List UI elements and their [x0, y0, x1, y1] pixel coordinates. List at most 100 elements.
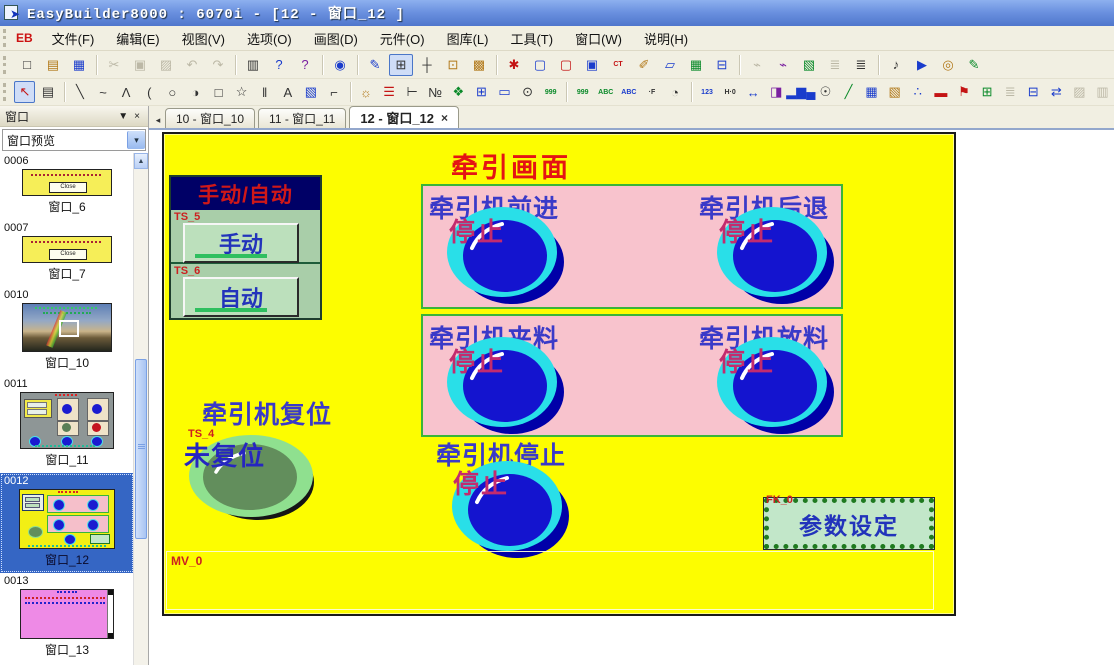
data-sampling-disabled-icon[interactable]: ≣ [1000, 81, 1021, 103]
event-display-icon[interactable]: ⚑ [953, 81, 974, 103]
download-icon[interactable]: ▢ [554, 54, 578, 76]
window-cascade-icon[interactable]: ▩ [467, 54, 491, 76]
polygon-icon[interactable]: ☆ [231, 81, 252, 103]
function-key-icon[interactable]: ❖ [448, 81, 469, 103]
undo-icon[interactable]: ↶ [180, 54, 204, 76]
cut-icon[interactable]: ✂ [102, 54, 126, 76]
menu-edit[interactable]: 编辑(E) [105, 27, 170, 50]
polyline-icon[interactable]: Λ [116, 81, 137, 103]
menu-objects[interactable]: 元件(O) [369, 27, 436, 50]
shape-disabled-icon[interactable]: ≣ [823, 54, 847, 76]
select-icon[interactable]: ↖ [14, 81, 35, 103]
numeric-display-icon[interactable]: 999 [572, 81, 593, 103]
set-word-icon[interactable]: № [425, 81, 446, 103]
system-settings-icon[interactable]: ✱ [502, 54, 526, 76]
plug-disabled-icon[interactable]: ⌁ [745, 54, 769, 76]
grid-icon[interactable]: ⊞ [389, 54, 413, 76]
redo-icon[interactable]: ↷ [206, 54, 230, 76]
paste-icon[interactable]: ▨ [154, 54, 178, 76]
data-transfer-icon[interactable]: ⇄ [1046, 81, 1067, 103]
mv0-text-object[interactable]: MV_0 [166, 551, 934, 610]
view-mode-select[interactable]: 窗口预览 ▾ [2, 129, 146, 151]
list-item-window-13[interactable]: 0013 窗口_13 [0, 573, 134, 663]
rectangle-icon[interactable]: □ [208, 81, 229, 103]
label-library-icon[interactable]: ◎ [936, 54, 960, 76]
macro-icon[interactable]: ✐ [632, 54, 656, 76]
menu-library[interactable]: 图库(L) [436, 27, 500, 50]
bar-graph-icon[interactable]: ▂▆▄ [789, 81, 813, 103]
ascii-display-icon[interactable]: ABC [618, 81, 639, 103]
pen-icon[interactable]: ✎ [363, 54, 387, 76]
word-lamp-icon[interactable]: ☰ [379, 81, 400, 103]
snap-icon[interactable]: ┼ [415, 54, 439, 76]
scrollbar-thumb[interactable] [135, 359, 147, 539]
text-input-icon[interactable]: ▭ [494, 81, 515, 103]
import-disabled-icon[interactable]: ▥ [1092, 81, 1113, 103]
schedule-icon[interactable]: ⊞ [977, 81, 998, 103]
shape-manager-icon[interactable]: ≣ [849, 54, 873, 76]
panel-menu-icon[interactable]: ▼ [115, 111, 131, 122]
save-icon[interactable]: ▦ [67, 54, 91, 76]
curve-icon[interactable]: ~ [93, 81, 114, 103]
meter-icon[interactable]: ☉ [815, 81, 836, 103]
address-tag-icon[interactable]: ▱ [658, 54, 682, 76]
menu-draw[interactable]: 画图(D) [303, 27, 369, 50]
menu-tools[interactable]: 工具(T) [499, 27, 564, 50]
arc-icon[interactable]: ( [139, 81, 160, 103]
memo-icon[interactable]: ✎ [962, 54, 986, 76]
menu-option[interactable]: 选项(O) [236, 27, 303, 50]
menu-view[interactable]: 视图(V) [171, 27, 236, 50]
pie-icon[interactable]: ◑ [185, 81, 206, 103]
bit-lamp-icon[interactable]: ☼ [355, 81, 376, 103]
alarm-bar-icon[interactable]: ▬ [930, 81, 951, 103]
panel-close-icon[interactable]: × [131, 111, 143, 122]
scale-icon[interactable]: ‖ [254, 81, 275, 103]
numeric-input-icon[interactable]: 999 [540, 81, 561, 103]
plug-icon[interactable]: ⌁ [771, 54, 795, 76]
tab-window-12[interactable]: 12 - 窗口_12 × [349, 106, 459, 128]
menu-file[interactable]: 文件(F) [41, 27, 106, 50]
menu-window[interactable]: 窗口(W) [564, 27, 633, 50]
scroll-up-icon[interactable]: ▲ [134, 153, 148, 169]
list-item-window-6[interactable]: 0006 Close 窗口_6 [0, 153, 134, 220]
print-icon[interactable]: ▥ [241, 54, 265, 76]
keypad-icon[interactable]: ⊞ [471, 81, 492, 103]
xy-plot-icon[interactable]: ∴ [907, 81, 928, 103]
corner-icon[interactable]: ⌐ [323, 81, 344, 103]
tab-window-10[interactable]: 10 - 窗口_10 [165, 108, 255, 128]
picture-view-icon[interactable]: ▧ [884, 81, 905, 103]
function-f-icon[interactable]: ·F [641, 81, 662, 103]
list-item-window-10[interactable]: 0010 窗口_10 [0, 287, 134, 376]
sidebar-scrollbar[interactable]: ▲ [133, 153, 148, 665]
thumbnail-window-6[interactable]: Close [22, 169, 112, 196]
move-shape-icon[interactable]: ↔ [743, 81, 764, 103]
recipe-table-icon[interactable]: ▦ [684, 54, 708, 76]
menu-help[interactable]: 说明(H) [633, 27, 699, 50]
list-item-window-12[interactable]: 0012 [0, 473, 134, 573]
animation-icon[interactable]: ◨ [766, 81, 787, 103]
hmi-canvas-window-12[interactable]: 牵引画面 手动/自动 TS_5 手动 TS_6 自动 [162, 132, 956, 616]
tab-window-11[interactable]: 11 - 窗口_11 [258, 108, 346, 128]
open-icon[interactable]: ▤ [41, 54, 65, 76]
thumbnail-window-12[interactable] [19, 489, 115, 549]
clock-icon[interactable]: ◔ [665, 81, 686, 103]
window-resize-icon[interactable]: ⊡ [441, 54, 465, 76]
picture-manager-icon[interactable]: ▧ [797, 54, 821, 76]
list-item-window-7[interactable]: 0007 Close 窗口_7 [0, 220, 134, 287]
ascii-input-icon[interactable]: ABC [595, 81, 616, 103]
state-display-icon[interactable]: H·0 [720, 81, 741, 103]
thumbnail-window-11[interactable] [20, 392, 114, 449]
media-icon[interactable]: ▶ [910, 54, 934, 76]
ct-icon[interactable]: CT [606, 54, 630, 76]
find-icon[interactable]: ◉ [328, 54, 352, 76]
set-bit-icon[interactable]: ⊢ [402, 81, 423, 103]
value-display-icon[interactable]: 123 [696, 81, 717, 103]
compile-icon[interactable]: ▢ [528, 54, 552, 76]
toggle-switch-icon[interactable]: ⊙ [517, 81, 538, 103]
context-help-icon[interactable]: ? [293, 54, 317, 76]
hmi-monitor-icon[interactable]: ⊟ [710, 54, 734, 76]
tab-scroll-left-icon[interactable]: ◂ [151, 112, 165, 128]
help-icon[interactable]: ? [267, 54, 291, 76]
line-icon[interactable]: ╲ [69, 81, 90, 103]
thumbnail-window-7[interactable]: Close [22, 236, 112, 263]
